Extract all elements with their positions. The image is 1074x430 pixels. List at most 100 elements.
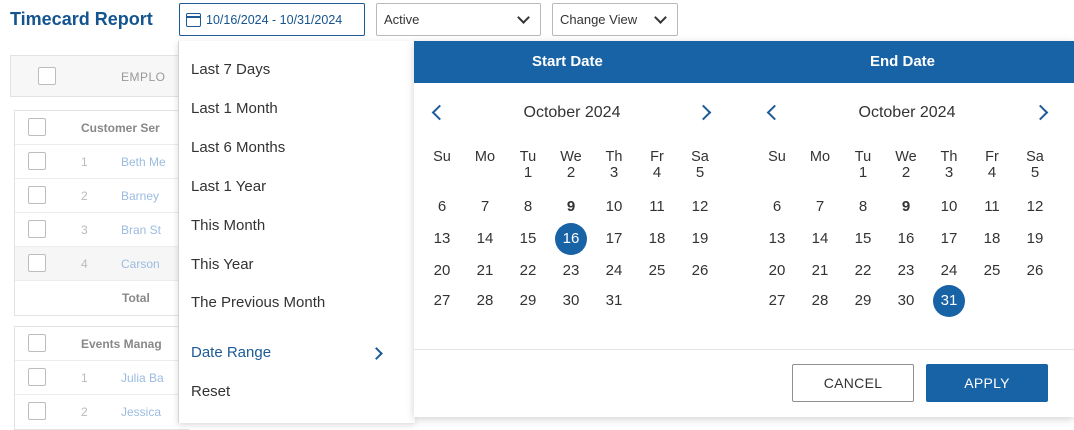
end-day-cell[interactable]: 6 — [757, 191, 797, 223]
table-row[interactable]: 1 Julia Ba — [15, 361, 189, 395]
range-item-last-1-year[interactable]: Last 1 Year — [191, 178, 266, 195]
range-item-previous-month[interactable]: The Previous Month — [191, 294, 325, 311]
end-day-cell[interactable]: 22 — [843, 255, 883, 287]
start-day-cell[interactable]: 10 — [594, 191, 634, 223]
range-item-last-1-month[interactable]: Last 1 Month — [191, 100, 278, 117]
end-day-cell[interactable]: 27 — [757, 285, 797, 317]
start-day-cell[interactable]: 6 — [422, 191, 462, 223]
start-day-cell[interactable]: 30 — [551, 285, 591, 317]
date-range-button[interactable]: 10/16/2024 - 10/31/2024 — [179, 3, 365, 36]
start-day-cell[interactable]: 23 — [551, 255, 591, 287]
row-checkbox[interactable] — [28, 368, 46, 386]
start-day-cell[interactable]: 19 — [680, 223, 720, 255]
employee-link[interactable]: Bran St — [121, 223, 161, 237]
end-day-cell[interactable]: 10 — [929, 191, 969, 223]
end-day-cell[interactable]: 13 — [757, 223, 797, 255]
end-day-cell[interactable]: 2 — [886, 157, 926, 189]
start-day-cell[interactable]: 27 — [422, 285, 462, 317]
table-row[interactable]: 2 Barney — [15, 179, 189, 213]
range-item-last-6-months[interactable]: Last 6 Months — [191, 139, 285, 156]
cancel-button[interactable]: CANCEL — [792, 364, 914, 402]
start-day-cell[interactable]: 2 — [551, 157, 591, 189]
range-item-this-year[interactable]: This Year — [191, 256, 254, 273]
start-day-cell[interactable]: 15 — [508, 223, 548, 255]
end-day-cell[interactable]: 3 — [929, 157, 969, 189]
end-day-cell[interactable]: 4 — [972, 157, 1012, 189]
range-item-this-month[interactable]: This Month — [191, 217, 265, 234]
range-item-date-range[interactable]: Date Range — [191, 344, 271, 361]
start-day-cell[interactable]: 13 — [422, 223, 462, 255]
row-checkbox[interactable] — [28, 402, 46, 420]
end-day-cell[interactable]: 15 — [843, 223, 883, 255]
end-day-cell[interactable]: 18 — [972, 223, 1012, 255]
start-day-cell[interactable]: 4 — [637, 157, 677, 189]
status-select[interactable]: Active — [376, 3, 541, 36]
select-all-checkbox[interactable] — [38, 67, 56, 85]
end-day-cell[interactable]: 14 — [800, 223, 840, 255]
end-day-cell[interactable]: 16 — [886, 223, 926, 255]
start-day-cell[interactable]: 16 — [551, 223, 591, 255]
start-day-cell[interactable]: 18 — [637, 223, 677, 255]
end-day-cell[interactable]: 23 — [886, 255, 926, 287]
start-day-cell[interactable]: 28 — [465, 285, 505, 317]
row-checkbox[interactable] — [28, 220, 46, 238]
start-day-cell[interactable]: 14 — [465, 223, 505, 255]
table-row[interactable]: 1 Beth Me — [15, 145, 189, 179]
end-day-cell[interactable]: 28 — [800, 285, 840, 317]
end-day-cell[interactable]: 11 — [972, 191, 1012, 223]
end-day-cell[interactable]: 1 — [843, 157, 883, 189]
end-day-cell[interactable]: 8 — [843, 191, 883, 223]
row-checkbox[interactable] — [28, 186, 46, 204]
start-day-cell[interactable]: 12 — [680, 191, 720, 223]
start-day-cell[interactable]: 31 — [594, 285, 634, 317]
end-day-cell[interactable]: 19 — [1015, 223, 1055, 255]
end-day-cell[interactable]: 31 — [929, 285, 969, 317]
start-day-cell[interactable]: 1 — [508, 157, 548, 189]
start-prev-month-icon[interactable] — [431, 104, 448, 121]
end-day-cell[interactable]: 29 — [843, 285, 883, 317]
end-day-cell[interactable]: 21 — [800, 255, 840, 287]
row-checkbox[interactable] — [28, 254, 46, 272]
end-day-cell[interactable]: 30 — [886, 285, 926, 317]
end-day-cell[interactable]: 5 — [1015, 157, 1055, 189]
start-day-cell[interactable]: 21 — [465, 255, 505, 287]
employee-link[interactable]: Beth Me — [121, 155, 166, 169]
table-row[interactable]: 3 Bran St — [15, 213, 189, 247]
end-next-month-icon[interactable] — [1032, 104, 1049, 121]
end-prev-month-icon[interactable] — [766, 104, 783, 121]
employee-link[interactable]: Barney — [121, 189, 159, 203]
group-checkbox[interactable] — [28, 118, 46, 136]
group-checkbox[interactable] — [28, 334, 46, 352]
end-day-cell[interactable]: 25 — [972, 255, 1012, 287]
start-day-cell[interactable]: 24 — [594, 255, 634, 287]
start-day-cell[interactable]: 25 — [637, 255, 677, 287]
end-day-cell[interactable]: 12 — [1015, 191, 1055, 223]
change-view-select[interactable]: Change View — [552, 3, 678, 36]
end-day-cell[interactable]: 9 — [886, 191, 926, 223]
start-day-cell[interactable]: 7 — [465, 191, 505, 223]
row-checkbox[interactable] — [28, 152, 46, 170]
start-day-cell[interactable]: 17 — [594, 223, 634, 255]
range-item-reset[interactable]: Reset — [191, 383, 230, 400]
range-item-last-7-days[interactable]: Last 7 Days — [191, 61, 270, 78]
start-day-cell[interactable]: 26 — [680, 255, 720, 287]
employee-link[interactable]: Jessica — [121, 405, 161, 419]
employee-link[interactable]: Julia Ba — [121, 371, 164, 385]
start-day-cell[interactable]: 29 — [508, 285, 548, 317]
start-day-cell[interactable]: 5 — [680, 157, 720, 189]
apply-button[interactable]: APPLY — [926, 364, 1048, 402]
start-day-cell[interactable]: 3 — [594, 157, 634, 189]
start-next-month-icon[interactable] — [695, 104, 712, 121]
end-day-cell[interactable]: 26 — [1015, 255, 1055, 287]
end-day-cell[interactable]: 17 — [929, 223, 969, 255]
table-row[interactable]: 2 Jessica — [15, 395, 189, 429]
start-day-cell[interactable]: 8 — [508, 191, 548, 223]
start-day-cell[interactable]: 20 — [422, 255, 462, 287]
start-day-cell[interactable]: 9 — [551, 191, 591, 223]
employee-link[interactable]: Carson — [121, 257, 160, 271]
end-day-cell[interactable]: 7 — [800, 191, 840, 223]
end-day-cell[interactable]: 24 — [929, 255, 969, 287]
start-day-cell[interactable]: 11 — [637, 191, 677, 223]
start-day-cell[interactable]: 22 — [508, 255, 548, 287]
end-day-cell[interactable]: 20 — [757, 255, 797, 287]
